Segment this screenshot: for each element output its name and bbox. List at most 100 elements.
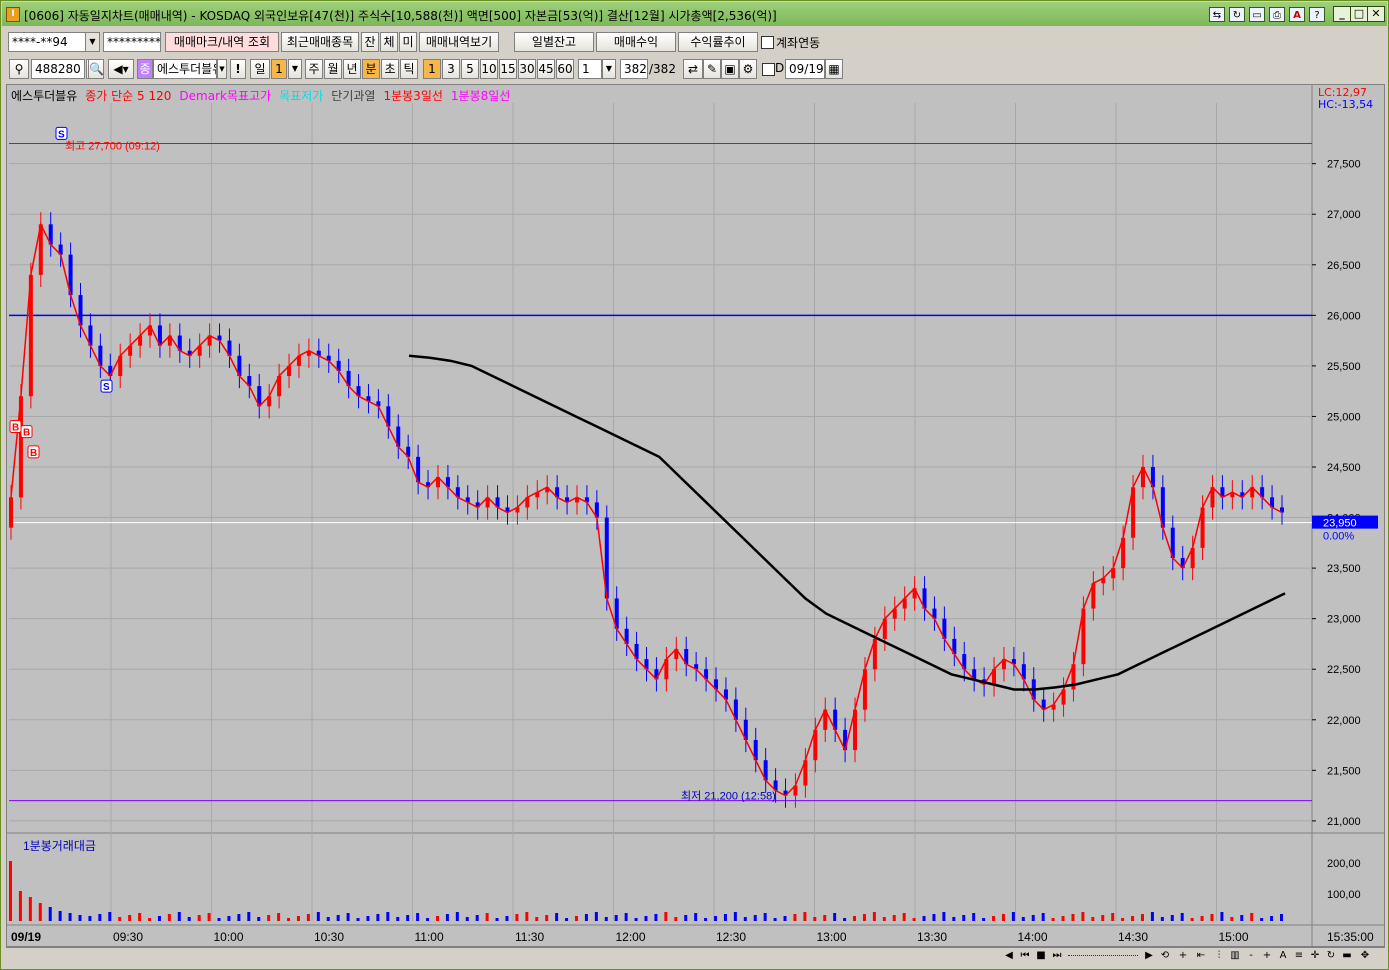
chevron-down-icon[interactable]: ▼ — [602, 59, 616, 79]
alert-icon[interactable]: ! — [230, 59, 246, 79]
executed-button[interactable]: 체 — [380, 32, 398, 52]
maximize-button[interactable]: □ — [1350, 6, 1368, 22]
daily-balance-button[interactable]: 일별잔고 — [514, 32, 594, 52]
zoom-minus-icon[interactable]: - — [1244, 949, 1258, 963]
minute-3-button[interactable]: 3 — [442, 59, 460, 79]
x-tick-label: 12:30 — [716, 930, 746, 944]
period-year-button[interactable]: 년 — [343, 59, 361, 79]
chevron-down-icon[interactable]: ▼ — [217, 59, 227, 79]
zoom-in-icon[interactable]: + — [1176, 949, 1190, 963]
calendar-icon[interactable]: ▦ — [825, 59, 843, 79]
volume-bar — [28, 897, 32, 921]
scroll-track[interactable] — [1068, 955, 1138, 959]
volume-bar — [118, 917, 122, 921]
volume-bar — [157, 916, 161, 921]
y-tick-label: 23,000 — [1327, 614, 1361, 626]
y-tick-label: 23,500 — [1327, 563, 1361, 575]
scroll-left-icon[interactable]: ◀ — [1002, 949, 1016, 963]
close-button[interactable]: ✕ — [1367, 6, 1385, 22]
minute-60-button[interactable]: 60 — [556, 59, 574, 79]
legend-item-ma: 종가 단순 5 120 — [85, 89, 172, 103]
minute-30-button[interactable]: 30 — [518, 59, 536, 79]
speaker-icon[interactable]: ◀▾ — [108, 59, 134, 79]
search-icon[interactable]: 🔍 — [88, 59, 104, 79]
stock-code-value: 488280 — [35, 62, 81, 76]
bar-count-total: /382 — [649, 62, 676, 76]
volume-bar — [138, 913, 142, 921]
refresh-icon[interactable]: ↻ — [1229, 7, 1245, 22]
minus-icon[interactable]: ▬ — [1340, 949, 1354, 963]
crosshair-icon[interactable]: ✛ — [1308, 949, 1322, 963]
period-second-button[interactable]: 초 — [381, 59, 399, 79]
help-icon[interactable]: ? — [1309, 7, 1325, 22]
monitor-icon[interactable]: ▭ — [1249, 7, 1265, 22]
account-link-checkbox[interactable] — [761, 36, 774, 49]
refresh-icon[interactable]: ↻ — [1324, 949, 1338, 963]
minute-1-button[interactable]: 1 — [423, 59, 441, 79]
play-icon[interactable]: ⏭ — [1050, 949, 1064, 963]
period-day-button[interactable]: 일 — [250, 59, 270, 79]
unexecuted-button[interactable]: 미 — [399, 32, 417, 52]
chevron-down-icon[interactable]: ▼ — [85, 33, 99, 51]
minute-5-button[interactable]: 5 — [461, 59, 479, 79]
minute-10-button[interactable]: 10 — [480, 59, 498, 79]
password-field[interactable]: ********* — [103, 32, 161, 52]
font-icon[interactable]: A — [1289, 7, 1305, 22]
period-week-button[interactable]: 주 — [305, 59, 323, 79]
volume-bar — [1200, 916, 1204, 921]
scroll-right-icon[interactable]: ▶ — [1142, 949, 1156, 963]
zoom-plus-icon[interactable]: + — [1260, 949, 1274, 963]
chart-tool-icon[interactable]: ✎ — [703, 59, 721, 79]
period-month-button[interactable]: 월 — [324, 59, 342, 79]
trade-profit-button[interactable]: 매매수익 — [596, 32, 676, 52]
volume-bar — [862, 914, 866, 921]
volume-bar — [237, 914, 241, 921]
account-select[interactable]: ****-**94 ▼ — [8, 32, 100, 52]
link-icon[interactable]: ⇆ — [1209, 7, 1225, 22]
volume-bar — [654, 914, 658, 921]
zoom-out-icon[interactable]: ⟲ — [1158, 949, 1172, 963]
chart-type-icon[interactable]: ⫶ — [1212, 949, 1226, 963]
tool-arrow-icon[interactable]: ⇄ — [683, 59, 703, 79]
balance-button[interactable]: 잔 — [361, 32, 379, 52]
font-size-icon[interactable]: A — [1276, 949, 1290, 963]
volume-bar — [505, 916, 509, 921]
interval-select[interactable]: 1 — [578, 59, 602, 79]
account-link-label: 계좌연동 — [776, 36, 821, 50]
recent-trades-button[interactable]: 최근매매종목 — [281, 32, 359, 52]
minute-15-button[interactable]: 15 — [499, 59, 517, 79]
trade-mark-query-button[interactable]: 매매마크/내역 조회 — [165, 32, 279, 52]
return-trend-button[interactable]: 수익률추이 — [678, 32, 758, 52]
move-icon[interactable]: ✥ — [1358, 949, 1372, 963]
price-chart[interactable]: 27,500 27,000 26,500 26,000 25,500 25,000 24,5… — [7, 85, 1384, 946]
volume-bar — [445, 914, 449, 921]
stop-icon[interactable]: ■ — [1034, 949, 1048, 963]
stock-code-input[interactable]: 488280 — [31, 59, 85, 79]
volume-bar — [485, 913, 489, 921]
volume-bar — [1180, 913, 1184, 921]
stock-search-icon[interactable]: ⚲ — [9, 59, 29, 79]
volume-bar — [455, 912, 459, 921]
align-icon[interactable]: ≡ — [1292, 949, 1306, 963]
chart-area[interactable]: 27,500 27,000 26,500 26,000 25,500 25,000 24,5… — [6, 84, 1385, 947]
chart-scrollbar[interactable]: ◀ ⏮ ■ ⏭ ▶ ⟲ + ⇤ ⫶ ▥ - + A ≡ ✛ ↻ ▬ ✥ — [6, 947, 1385, 966]
volume-bar — [594, 912, 598, 921]
legend-item-3day: 1분봉3일선 — [383, 89, 443, 103]
date-checkbox[interactable] — [762, 63, 775, 76]
period-day-count[interactable]: 1 — [271, 59, 287, 79]
print-icon[interactable]: ⎙ — [1269, 7, 1285, 22]
bar-icon[interactable]: ▥ — [1228, 949, 1242, 963]
scroll-list-icon[interactable]: ⇤ — [1194, 949, 1208, 963]
trade-history-button[interactable]: 매매내역보기 — [419, 32, 499, 52]
minute-45-button[interactable]: 45 — [537, 59, 555, 79]
period-minute-button[interactable]: 분 — [362, 59, 380, 79]
date-input[interactable]: 09/19 — [785, 59, 825, 79]
settings-icon[interactable]: ⚙ — [739, 59, 757, 79]
scroll-first-icon[interactable]: ⏮ — [1018, 949, 1032, 963]
volume-bar — [495, 918, 499, 921]
period-tick-button[interactable]: 틱 — [400, 59, 418, 79]
minimize-button[interactable]: _ — [1333, 6, 1351, 22]
bar-count-input[interactable]: 382 — [620, 59, 648, 79]
chevron-down-icon[interactable]: ▼ — [288, 59, 302, 79]
save-icon[interactable]: ▣ — [721, 59, 739, 79]
